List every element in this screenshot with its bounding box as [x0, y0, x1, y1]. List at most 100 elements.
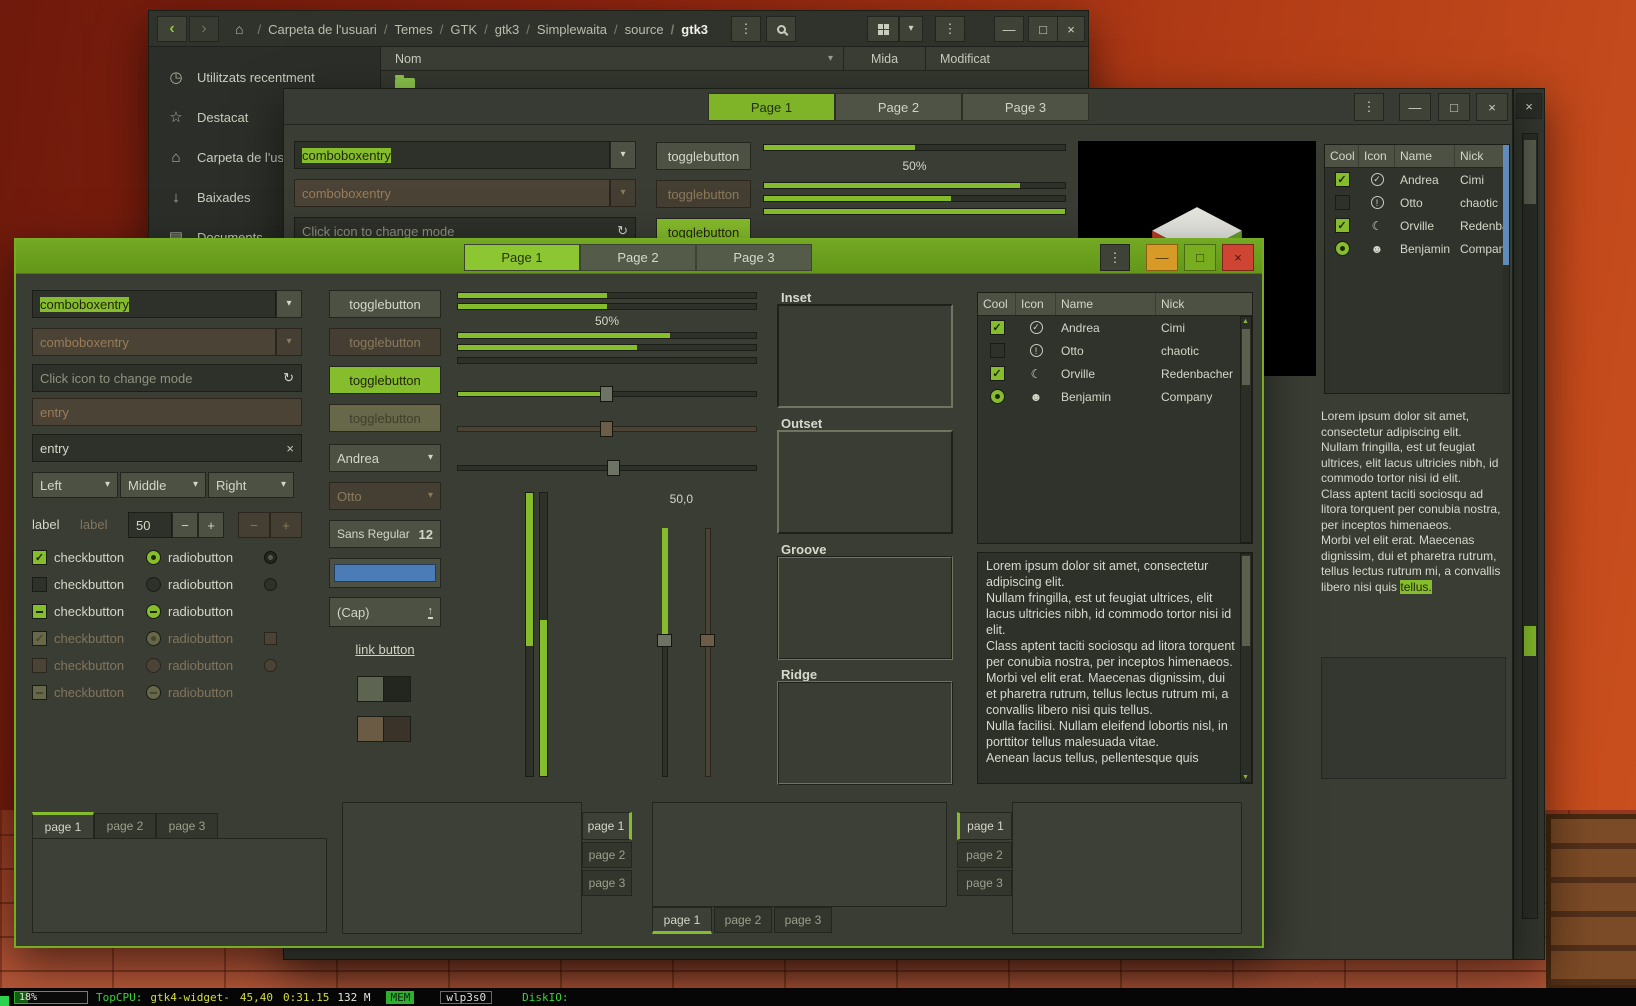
mode-entry[interactable]: Click icon to change mode↻ — [32, 364, 302, 392]
column-size[interactable]: Mida — [844, 47, 926, 70]
secondary-menu-button[interactable]: ⋮ — [935, 16, 965, 42]
minimize-button[interactable]: — — [994, 16, 1024, 42]
column-modified[interactable]: Modificat — [926, 47, 1088, 70]
radiobutton-unchecked[interactable]: radiobutton — [146, 577, 233, 592]
column-icon[interactable]: Icon — [1359, 145, 1395, 167]
titlebar[interactable]: Page 1 Page 2 Page 3 ⋮ — □ × — [284, 89, 1512, 125]
notebook-b-tab-page1[interactable]: page 1 — [582, 812, 632, 840]
togglebutton[interactable]: togglebutton — [656, 142, 751, 170]
radiobutton-plain[interactable] — [264, 551, 277, 564]
minimize-button[interactable]: — — [1399, 93, 1431, 121]
togglebutton[interactable]: togglebutton — [329, 290, 441, 318]
notebook-d-tab-page1[interactable]: page 1 — [957, 812, 1012, 840]
table-row[interactable]: ☻ Benjamin Company — [1325, 237, 1509, 260]
slider-handle[interactable] — [600, 386, 613, 402]
spin-plus-button[interactable]: + — [198, 512, 224, 538]
slider-handle[interactable] — [657, 634, 672, 647]
column-name[interactable]: Nom▾ — [381, 47, 844, 70]
spin-minus-button[interactable]: − — [172, 512, 198, 538]
checkbox-unchecked[interactable] — [990, 343, 1005, 358]
switch-handle[interactable] — [358, 677, 384, 701]
table-row[interactable]: ☾ Orville Redenbacher — [1325, 214, 1509, 237]
breadcrumb[interactable]: ⌂ Carpeta de l'usuari Temes GTK gtk3 Sim… — [235, 11, 708, 47]
notebook-d-tab-page2[interactable]: page 2 — [957, 842, 1012, 868]
tree-scrollbar[interactable]: ▲ — [1240, 316, 1252, 543]
scroll-up-icon[interactable]: ▲ — [1242, 318, 1249, 325]
tab-page3[interactable]: Page 3 — [696, 244, 812, 271]
scrollbar-thumb[interactable] — [1524, 140, 1536, 204]
radiobutton-mixed[interactable]: radiobutton — [146, 604, 233, 619]
entry[interactable]: entry× — [32, 434, 302, 462]
checkbutton-unchecked[interactable]: checkbutton — [32, 577, 124, 592]
forward-button[interactable]: › — [189, 16, 219, 42]
scrollbar-thumb[interactable] — [1503, 145, 1509, 265]
notebook-c-tab-page1[interactable]: page 1 — [652, 907, 712, 934]
breadcrumb-segment[interactable]: gtk3 — [477, 22, 519, 37]
notebook-b-tab-page2[interactable]: page 2 — [582, 842, 632, 868]
breadcrumb-segment[interactable]: GTK — [433, 22, 477, 37]
textview[interactable]: Lorem ipsum dolor sit amet, consectetur … — [977, 552, 1253, 784]
vscale[interactable] — [657, 528, 672, 777]
notebook-a-tab-page2[interactable]: page 2 — [94, 813, 156, 839]
menu-button[interactable]: ⋮ — [1100, 244, 1130, 271]
notebook-a-tab-page3[interactable]: page 3 — [156, 813, 218, 839]
combobox-middle[interactable]: Middle▾ — [120, 472, 206, 498]
notebook-d-tab-page3[interactable]: page 3 — [957, 870, 1012, 896]
radio-checked[interactable] — [990, 389, 1005, 404]
table-row[interactable]: ☾ Orville Redenbacher — [978, 362, 1252, 385]
breadcrumb-segment[interactable]: Temes — [377, 22, 433, 37]
column-nick[interactable]: Nick — [1156, 293, 1252, 315]
maximize-button[interactable]: □ — [1438, 93, 1470, 121]
file-chooser-button[interactable]: (Cap)↑ — [329, 597, 441, 627]
back-button[interactable]: ‹ — [157, 16, 187, 42]
column-name[interactable]: Name — [1056, 293, 1156, 315]
tree-scrollbar[interactable] — [1503, 145, 1509, 393]
tab-page1[interactable]: Page 1 — [708, 93, 835, 121]
table-row[interactable]: ! Otto chaotic — [978, 339, 1252, 362]
breadcrumb-segment[interactable]: Simplewaita — [519, 22, 607, 37]
spinbutton-value[interactable]: 50 — [128, 512, 172, 538]
table-row[interactable]: ✓ Andrea Cimi — [978, 316, 1252, 339]
clear-icon[interactable]: × — [286, 441, 294, 456]
close-button[interactable]: × — [1222, 244, 1254, 271]
checkbox-unchecked[interactable] — [1335, 195, 1350, 210]
tab-page1[interactable]: Page 1 — [464, 244, 580, 271]
close-button[interactable]: × — [1516, 93, 1542, 119]
radio-checked[interactable] — [1335, 241, 1350, 256]
refresh-icon[interactable]: ↻ — [617, 223, 628, 239]
slider-handle[interactable] — [607, 460, 620, 476]
menu-button[interactable]: ⋮ — [731, 16, 761, 42]
maximize-button[interactable]: □ — [1028, 16, 1058, 42]
search-button[interactable] — [766, 16, 796, 42]
combobox-arrow-button[interactable]: ▾ — [610, 141, 636, 169]
menu-button[interactable]: ⋮ — [1354, 93, 1384, 121]
hscale[interactable] — [457, 386, 757, 402]
combobox-arrow-button[interactable]: ▾ — [276, 290, 302, 318]
togglebutton-active[interactable]: togglebutton — [329, 366, 441, 394]
notebook-c-tab-page2[interactable]: page 2 — [714, 907, 772, 933]
textview-scrollbar[interactable]: ▼ — [1240, 553, 1252, 783]
checkbox-checked[interactable] — [1335, 218, 1350, 233]
scroll-down-icon[interactable]: ▼ — [1242, 774, 1249, 781]
refresh-icon[interactable]: ↻ — [283, 370, 294, 386]
close-button[interactable]: × — [1057, 16, 1085, 42]
table-row[interactable]: ✓ Andrea Cimi — [1325, 168, 1509, 191]
font-button[interactable]: Sans Regular12 — [329, 520, 441, 548]
tab-page2[interactable]: Page 2 — [580, 244, 696, 271]
network-interface[interactable]: wlp3s0 — [440, 991, 492, 1004]
view-options-button[interactable]: ▾ — [899, 16, 923, 42]
column-icon[interactable]: Icon — [1016, 293, 1056, 315]
table-row[interactable]: ☻ Benjamin Company — [978, 385, 1252, 408]
switch-off[interactable] — [357, 676, 411, 702]
checkbox-checked[interactable] — [990, 366, 1005, 381]
scrollbar-thumb[interactable] — [1242, 329, 1250, 385]
radiobutton-checked[interactable]: radiobutton — [146, 550, 233, 565]
mem-badge[interactable]: MEM — [386, 991, 414, 1004]
notebook-b-tab-page3[interactable]: page 3 — [582, 870, 632, 896]
combobox-name[interactable]: Andrea▾ — [329, 444, 441, 472]
view-grid-button[interactable] — [867, 16, 899, 42]
titlebar[interactable]: Page 1 Page 2 Page 3 ⋮ — □ × — [16, 240, 1262, 274]
column-cool[interactable]: Cool — [978, 293, 1016, 315]
link-button[interactable]: link button — [355, 642, 414, 657]
breadcrumb-segment[interactable]: Carpeta de l'usuari — [250, 22, 376, 37]
